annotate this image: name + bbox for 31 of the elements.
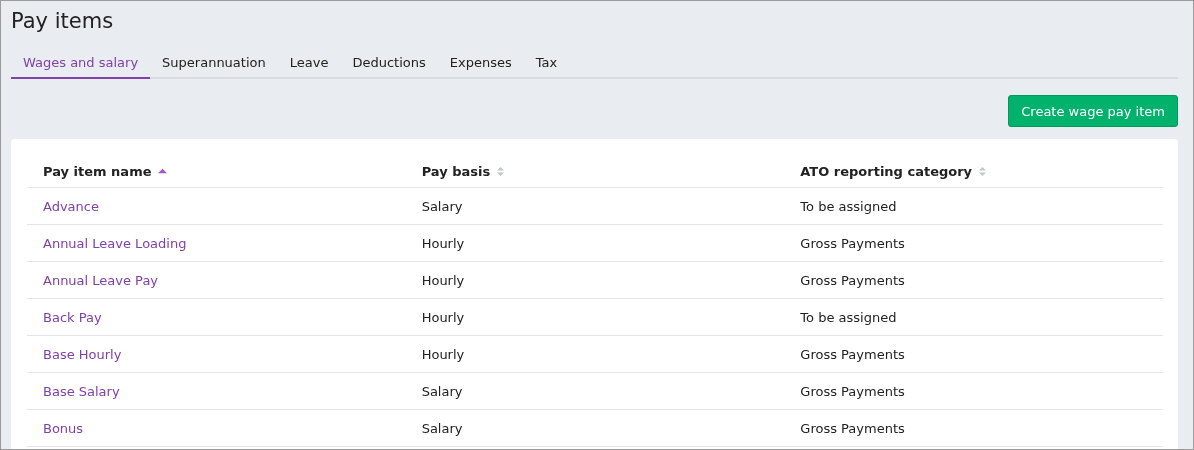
pay-item-link[interactable]: Base Salary (43, 383, 120, 399)
tab[interactable]: Wages and salary (11, 50, 151, 79)
column-header[interactable]: Pay basis (421, 164, 491, 179)
table-cell: Gross Payments (800, 346, 905, 362)
table-cell: Gross Payments (800, 235, 905, 251)
table-cell: Gross Payments (800, 272, 905, 288)
tab[interactable]: Expenses (437, 50, 524, 79)
table-cell: Gross Payments (800, 383, 905, 399)
table-cell: Salary (421, 383, 463, 399)
pay-item-link[interactable]: Annual Leave Pay (43, 272, 159, 288)
pay-item-link[interactable]: Base Hourly (43, 346, 122, 362)
tab[interactable]: Tax (523, 50, 570, 79)
table-cell: To be assigned (800, 309, 897, 325)
table-cell: Hourly (421, 235, 465, 251)
table-cell: Salary (421, 198, 463, 214)
column-header[interactable]: ATO reporting category (800, 164, 973, 179)
tab[interactable]: Leave (277, 50, 341, 79)
table-cell: To be assigned (800, 198, 897, 214)
tab[interactable]: Superannuation (150, 50, 278, 79)
table-cell: Hourly (421, 346, 465, 362)
pay-item-link[interactable]: Back Pay (43, 309, 102, 325)
table-cell: Hourly (421, 272, 465, 288)
page-title: Pay items (11, 8, 115, 35)
pay-item-link[interactable]: Annual Leave Loading (43, 235, 187, 251)
pay-item-link[interactable]: Bonus (43, 420, 84, 436)
column-header[interactable]: Pay item name (43, 164, 152, 179)
pay-item-link[interactable]: Advance (43, 198, 99, 214)
tab[interactable]: Deductions (340, 50, 438, 79)
table-cell: Hourly (421, 309, 465, 325)
table-cell: Gross Payments (800, 420, 905, 436)
table-cell: Salary (421, 420, 463, 436)
